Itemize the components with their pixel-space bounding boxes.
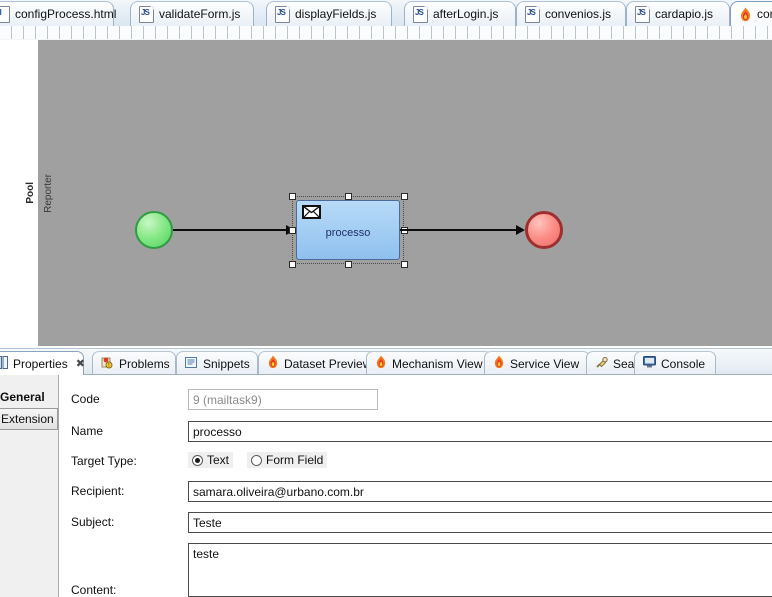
view-tab-label: Properties [13, 356, 68, 371]
radio-form-field-label: Form Field [266, 453, 324, 467]
properties-tab-extension[interactable]: Extension [0, 408, 58, 430]
resize-handle-w[interactable] [289, 227, 296, 234]
subject-input[interactable] [188, 512, 772, 533]
js-file-icon: JS [525, 5, 540, 23]
content-label: Content: [71, 583, 117, 597]
editor-tab-label: cardapio.js [655, 7, 714, 21]
editor-tab-label: validateForm.js [159, 7, 241, 21]
lane-body[interactable] [58, 40, 772, 346]
properties-icon [0, 355, 8, 372]
js-file-icon: JS [635, 5, 650, 23]
editor-tab-label: con [757, 7, 772, 21]
view-tab-label: Dataset Preview [284, 356, 372, 371]
close-icon[interactable]: ✖ [76, 357, 85, 370]
code-label: Code [71, 392, 100, 406]
ruler-ticks [0, 26, 772, 39]
radio-option-form-field[interactable]: Form Field [247, 452, 328, 468]
canvas-left-margin [0, 40, 22, 346]
radio-text-icon[interactable] [192, 454, 203, 466]
recipient-label: Recipient: [71, 484, 125, 498]
lane-header[interactable]: Reporter [38, 40, 59, 346]
radio-option-text[interactable]: Text [188, 452, 234, 468]
view-tab-label: Mechanism View [392, 356, 483, 371]
editor-tab-bar: H configProcess.html JS validateForm.js … [0, 0, 772, 26]
editor-ruler[interactable] [0, 26, 772, 41]
editor-tab-afterlogin[interactable]: JS afterLogin.js [404, 1, 516, 26]
resize-handle-sw[interactable] [289, 261, 296, 268]
snippets-icon [185, 356, 198, 372]
bpmn-canvas[interactable]: Pool Reporter processo [0, 40, 772, 346]
code-input[interactable] [188, 389, 378, 410]
mail-task-label: processo [325, 227, 371, 239]
svg-text:!: ! [108, 363, 109, 369]
editor-tab-convenios[interactable]: JS convenios.js [516, 1, 626, 26]
properties-form: Code Name Target Type: Text Fo [58, 375, 772, 597]
view-tab-bar: Properties ✖ ! Problems Snippets Dataset… [0, 348, 772, 375]
properties-tab-label: General [0, 390, 45, 404]
editor-tab-validateform[interactable]: JS validateForm.js [130, 1, 254, 26]
view-tab-dataset-preview[interactable]: Dataset Preview [258, 351, 382, 375]
editor-tab-configprocess[interactable]: H configProcess.html [0, 1, 117, 26]
envelope-icon [302, 205, 321, 219]
properties-tab-general[interactable]: General [0, 386, 58, 408]
editor-tab-label: afterLogin.js [433, 7, 499, 21]
view-tab-snippets[interactable]: Snippets [176, 351, 258, 375]
resize-handle-ne[interactable] [401, 193, 408, 200]
js-file-icon: JS [275, 5, 290, 23]
pool-header[interactable]: Pool [22, 40, 39, 346]
sequence-flow-2[interactable] [400, 229, 516, 231]
radio-text-label: Text [207, 453, 230, 467]
editor-tab-process-active[interactable]: con [730, 1, 772, 26]
js-file-icon: JS [413, 5, 428, 23]
subject-label: Subject: [71, 515, 115, 529]
view-tab-label: Console [661, 356, 706, 371]
console-icon [643, 356, 656, 371]
view-tab-properties[interactable]: Properties ✖ [0, 351, 85, 375]
target-type-radio-group: Text Form Field [188, 452, 328, 468]
editor-tab-label: configProcess.html [15, 7, 117, 21]
view-tab-service-view[interactable]: Service View [484, 351, 590, 375]
eclipse-bpmn-editor-window: H configProcess.html JS validateForm.js … [0, 0, 772, 597]
view-tab-mechanism-view[interactable]: Mechanism View [366, 351, 492, 375]
view-tab-problems[interactable]: ! Problems [92, 351, 176, 375]
properties-panel: General Extension Code Name Target Type: [0, 374, 772, 597]
resize-handle-se[interactable] [401, 261, 408, 268]
flame-icon [493, 355, 505, 372]
editor-tab-label: convenios.js [545, 7, 612, 21]
problems-icon: ! [101, 356, 114, 372]
editor-tab-label: displayFields.js [295, 7, 377, 21]
search-pin-icon [595, 356, 608, 372]
editor-tab-displayfields[interactable]: JS displayFields.js [266, 1, 392, 26]
sequence-flow-1[interactable] [173, 229, 286, 231]
content-textarea[interactable]: teste [188, 543, 772, 597]
flame-icon [267, 355, 279, 372]
properties-tab-label: Extension [1, 412, 54, 426]
end-event-node[interactable] [525, 211, 563, 249]
lane-label: Reporter [42, 173, 54, 213]
view-tab-console[interactable]: Console [634, 351, 716, 375]
name-label: Name [71, 424, 104, 438]
target-type-label: Target Type: [71, 454, 137, 468]
editor-tab-cardapio[interactable]: JS cardapio.js [626, 1, 730, 26]
sequence-flow-2-arrowhead [516, 225, 525, 235]
pool-label: Pool [24, 182, 36, 204]
recipient-input[interactable] [188, 481, 772, 502]
name-input[interactable] [188, 421, 772, 442]
start-event-node[interactable] [135, 211, 173, 249]
resize-handle-nw[interactable] [289, 193, 296, 200]
flame-icon [375, 355, 387, 372]
process-flame-icon [739, 7, 752, 22]
properties-sidebar: General Extension [0, 375, 59, 597]
view-tab-label: Problems [119, 356, 170, 371]
radio-form-field-icon[interactable] [251, 454, 263, 466]
js-file-icon: JS [139, 5, 154, 23]
html-file-icon: H [0, 5, 10, 23]
resize-handle-n[interactable] [345, 193, 352, 200]
view-tab-label: Snippets [203, 356, 250, 371]
resize-handle-s[interactable] [345, 261, 352, 268]
view-tab-label: Service View [510, 356, 580, 371]
mail-task-node[interactable]: processo [296, 200, 400, 260]
